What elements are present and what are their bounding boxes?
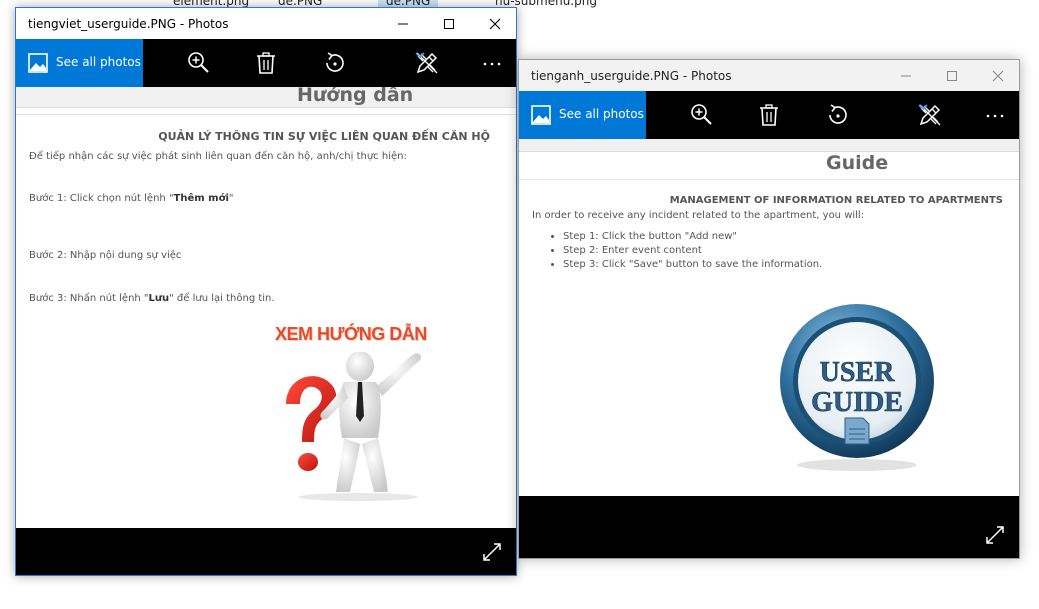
zoom-in-icon <box>691 104 712 125</box>
badge-line-2: GUIDE <box>811 387 903 418</box>
minimize-button[interactable] <box>883 60 929 91</box>
bottom-bar <box>519 496 1019 558</box>
expand-icon[interactable] <box>985 525 1005 545</box>
delete-icon <box>257 52 275 74</box>
guide-title: Hướng dẫn <box>297 87 414 106</box>
divider <box>16 114 516 115</box>
delete-button[interactable] <box>746 91 790 139</box>
photos-window-vietnamese[interactable]: tiengviet_userguide.PNG - Photos See all… <box>15 7 517 576</box>
badge-line-1: USER <box>820 357 895 388</box>
minimize-button[interactable] <box>380 8 426 39</box>
photo-canvas[interactable]: Guide MANAGEMENT OF INFORMATION RELATED … <box>519 139 1019 497</box>
delete-icon <box>760 104 778 126</box>
step-1: Bước 1: Click chọn nút lệnh "Thêm mới" <box>29 193 234 204</box>
document-heading: QUẢN LÝ THÔNG TIN SỰ VIỆC LIÊN QUAN ĐẾN … <box>158 130 490 143</box>
see-all-photos-button[interactable]: See all photos <box>16 39 143 87</box>
minimize-icon <box>398 23 408 25</box>
banner-text: XEM HƯỚNG DẪN <box>275 324 427 344</box>
expand-icon[interactable] <box>482 542 502 562</box>
close-icon <box>992 70 1004 82</box>
chevron-down-icon <box>918 104 928 111</box>
see-all-photos-button[interactable]: See all photos <box>519 91 646 139</box>
see-all-photos-label: See all photos <box>56 55 141 69</box>
more-icon <box>986 114 1004 118</box>
edit-create-button[interactable] <box>404 39 448 87</box>
intro-text: Để tiếp nhận các sự việc phát sinh liên … <box>29 151 407 162</box>
maximize-button[interactable] <box>426 8 472 39</box>
rotate-icon <box>829 104 847 124</box>
window-title: tiengviet_userguide.PNG - Photos <box>28 17 229 31</box>
close-icon <box>489 18 501 30</box>
maximize-icon <box>444 19 454 29</box>
divider <box>519 179 1019 180</box>
rotate-icon <box>326 52 344 72</box>
zoom-button[interactable] <box>176 39 220 87</box>
close-button[interactable] <box>472 8 518 39</box>
document-icon <box>844 417 870 445</box>
edit-create-button[interactable] <box>907 91 951 139</box>
maximize-button[interactable] <box>929 60 975 91</box>
zoom-button[interactable] <box>679 91 723 139</box>
more-options-button[interactable] <box>470 39 514 87</box>
title-bar[interactable]: tiengviet_userguide.PNG - Photos <box>16 8 516 39</box>
more-options-button[interactable] <box>973 91 1017 139</box>
question-man-illustration <box>286 352 421 501</box>
close-button[interactable] <box>975 60 1021 91</box>
list-item: Step 3: Click "Save" button to save the … <box>563 258 822 272</box>
see-all-photos-label: See all photos <box>559 107 644 121</box>
chevron-down-icon <box>415 52 425 59</box>
minimize-icon <box>901 75 911 77</box>
photos-icon <box>531 105 551 125</box>
list-item: Step 2: Enter event content <box>563 244 822 258</box>
rotate-button[interactable] <box>312 39 356 87</box>
step-2: Bước 2: Nhập nội dung sự việc <box>29 250 182 261</box>
title-bar[interactable]: tienganh_userguide.PNG - Photos <box>519 60 1019 91</box>
steps-list: Step 1: Click the button "Add new" Step … <box>549 230 822 272</box>
photos-icon <box>28 53 48 73</box>
bottom-bar <box>16 528 516 575</box>
more-icon <box>483 62 501 66</box>
step-3: Bước 3: Nhấn nút lệnh "Lưu" để lưu lại t… <box>29 293 275 304</box>
photo-canvas[interactable]: Hướng dẫn QUẢN LÝ THÔNG TIN SỰ VIỆC LIÊN… <box>16 87 516 528</box>
user-guide-badge: USER GUIDE <box>780 304 934 471</box>
intro-text: In order to receive any incident related… <box>532 210 865 221</box>
photos-window-english[interactable]: tienganh_userguide.PNG - Photos See all … <box>518 59 1020 559</box>
toolbar: See all photos <box>519 91 1019 139</box>
zoom-in-icon <box>188 52 209 73</box>
maximize-icon <box>947 71 957 81</box>
document-heading: MANAGEMENT OF INFORMATION RELATED TO APA… <box>669 195 1003 206</box>
guide-band: Hướng dẫn <box>16 87 516 108</box>
delete-button[interactable] <box>243 39 287 87</box>
toolbar: See all photos <box>16 39 516 87</box>
guide-title: Guide <box>826 152 889 174</box>
rotate-button[interactable] <box>815 91 859 139</box>
guide-band <box>519 139 1019 152</box>
list-item: Step 1: Click the button "Add new" <box>563 230 822 244</box>
window-title: tienganh_userguide.PNG - Photos <box>531 69 732 83</box>
